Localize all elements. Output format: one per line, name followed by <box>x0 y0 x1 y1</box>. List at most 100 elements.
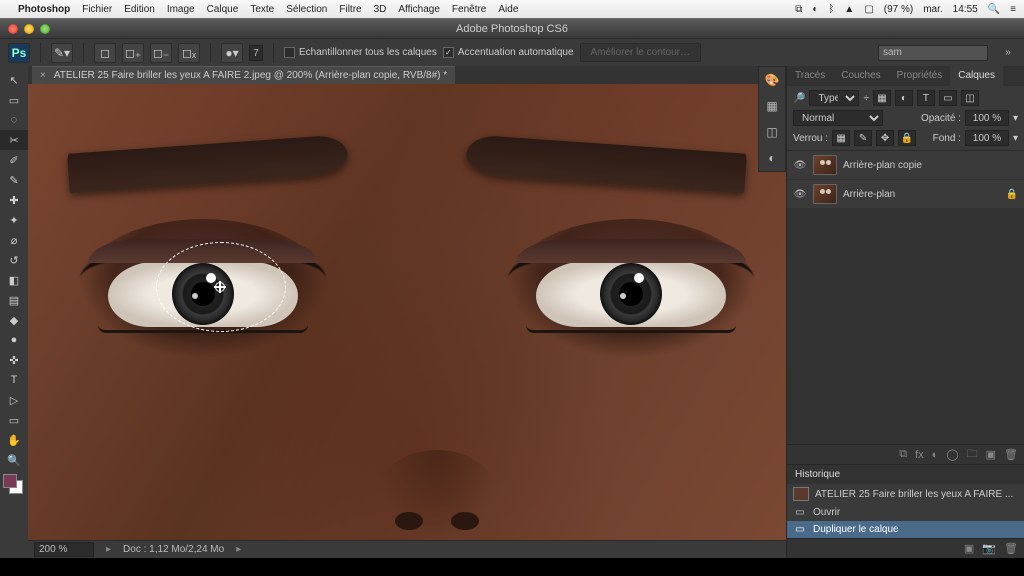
notifications-icon[interactable]: ≡ <box>1010 4 1016 15</box>
history-snapshot[interactable]: ATELIER 25 Faire briller les yeux A FAIR… <box>787 484 1024 504</box>
dock-adjust-icon[interactable]: ◐ <box>759 145 785 171</box>
brush-size-field[interactable]: 7 <box>249 45 263 61</box>
menu-fenetre[interactable]: Fenêtre <box>452 4 486 15</box>
menu-fichier[interactable]: Fichier <box>82 4 112 15</box>
fill-field[interactable]: 100 % <box>965 130 1009 146</box>
eraser-tool[interactable]: ◧ <box>0 270 28 290</box>
minimize-window-button[interactable] <box>24 24 34 34</box>
menu-image[interactable]: Image <box>167 4 195 15</box>
visibility-toggle-icon[interactable]: 👁 <box>793 189 807 200</box>
expand-panels-icon[interactable]: » <box>1000 47 1016 58</box>
link-layers-icon[interactable]: ⧉ <box>899 448 907 461</box>
filter-adjust-icon[interactable]: ◐ <box>895 90 913 106</box>
spotlight-icon[interactable]: 🔍 <box>988 4 1000 15</box>
layer-name[interactable]: Arrière-plan copie <box>843 160 1018 171</box>
tool-preset-icon[interactable]: ✎▾ <box>51 43 73 63</box>
menu-edition[interactable]: Edition <box>124 4 155 15</box>
filter-smart-icon[interactable]: ◫ <box>961 90 979 106</box>
layer-row[interactable]: 👁 Arrière-plan 🔒 <box>787 180 1024 209</box>
menu-selection[interactable]: Sélection <box>286 4 327 15</box>
new-doc-from-state-icon[interactable]: ▣ <box>964 542 974 555</box>
zoom-window-button[interactable] <box>40 24 50 34</box>
menu-aide[interactable]: Aide <box>498 4 518 15</box>
tab-proprietes[interactable]: Propriétés <box>889 66 951 86</box>
layer-row[interactable]: 👁 Arrière-plan copie <box>787 151 1024 180</box>
path-tool[interactable]: ▷ <box>0 390 28 410</box>
tab-couches[interactable]: Couches <box>833 66 888 86</box>
bluetooth-icon[interactable]: ᛒ <box>828 4 834 15</box>
clone-tool[interactable]: ⌀ <box>0 230 28 250</box>
subtract-selection-icon[interactable]: ◻₋ <box>150 43 172 63</box>
menu-app[interactable]: Photoshop <box>18 4 70 15</box>
wifi-icon[interactable]: ▲ <box>844 4 854 15</box>
opacity-field[interactable]: 100 % <box>965 110 1009 126</box>
group-icon[interactable]: 🗀 <box>967 445 978 464</box>
sync-icon[interactable]: ◐ <box>812 4 818 15</box>
dodge-tool[interactable]: ● <box>0 330 28 350</box>
menu-filtre[interactable]: Filtre <box>339 4 361 15</box>
foreground-color-swatch[interactable] <box>3 474 17 488</box>
eyedropper-tool[interactable]: ✎ <box>0 170 28 190</box>
adjustment-icon[interactable]: ◯ <box>946 448 958 461</box>
menu-affichage[interactable]: Affichage <box>398 4 440 15</box>
delete-state-icon[interactable]: 🗑 <box>1004 542 1018 555</box>
filter-icon[interactable]: 🔎 <box>793 93 805 104</box>
ps-home-icon[interactable]: Ps <box>8 43 30 63</box>
lock-position-icon[interactable]: ✥ <box>876 130 894 146</box>
tab-traces[interactable]: Tracés <box>787 66 833 86</box>
dropbox-icon[interactable]: ⧉ <box>795 4 802 15</box>
fx-icon[interactable]: fx <box>915 449 924 461</box>
crop-tool[interactable]: ✐ <box>0 150 28 170</box>
status-chevron-icon[interactable]: ▸ <box>106 544 111 555</box>
delete-layer-icon[interactable]: 🗑 <box>1004 448 1018 461</box>
menu-texte[interactable]: Texte <box>250 4 274 15</box>
brush-tool[interactable]: ✦ <box>0 210 28 230</box>
filter-type-select[interactable]: Type <box>809 90 859 106</box>
gradient-tool[interactable]: ▤ <box>0 290 28 310</box>
dock-swatches-icon[interactable]: ▦ <box>759 93 785 119</box>
move-tool[interactable]: ↖ <box>0 70 28 90</box>
lock-transparency-icon[interactable]: ▦ <box>832 130 850 146</box>
auto-enhance-checkbox[interactable]: ✓ Accentuation automatique <box>443 47 574 58</box>
menu-calque[interactable]: Calque <box>207 4 239 15</box>
marquee-tool[interactable]: ▭ <box>0 90 28 110</box>
lasso-tool[interactable]: ◌ <box>0 110 28 130</box>
workspace-search-field[interactable]: sam <box>878 45 988 61</box>
layer-thumbnail[interactable] <box>813 155 837 175</box>
spot-heal-tool[interactable]: ✚ <box>0 190 28 210</box>
new-snapshot-icon[interactable]: 📷 <box>982 542 996 555</box>
layer-name[interactable]: Arrière-plan <box>843 189 1000 200</box>
sample-all-layers-checkbox[interactable]: Echantillonner tous les calques <box>284 47 437 58</box>
canvas[interactable] <box>28 84 786 540</box>
filter-type-icon[interactable]: T <box>917 90 935 106</box>
color-swatches[interactable] <box>0 474 28 498</box>
display-icon[interactable]: ▢ <box>864 4 873 15</box>
dock-styles-icon[interactable]: ◫ <box>759 119 785 145</box>
clock-time[interactable]: 14:55 <box>953 4 978 15</box>
pen-tool[interactable]: ✜ <box>0 350 28 370</box>
dock-color-icon[interactable]: 🎨 <box>759 67 785 93</box>
type-tool[interactable]: T <box>0 370 28 390</box>
close-window-button[interactable] <box>8 24 18 34</box>
battery-percent[interactable]: (97 %) <box>884 4 913 15</box>
opacity-chevron-icon[interactable]: ▾ <box>1013 113 1018 124</box>
layer-thumbnail[interactable] <box>813 184 837 204</box>
fill-chevron-icon[interactable]: ▾ <box>1013 133 1018 144</box>
blur-tool[interactable]: ◆ <box>0 310 28 330</box>
history-brush-tool[interactable]: ↺ <box>0 250 28 270</box>
document-tab[interactable]: × ATELIER 25 Faire briller les yeux A FA… <box>32 66 455 84</box>
quick-select-tool[interactable]: ✂ <box>0 130 28 150</box>
visibility-toggle-icon[interactable]: 👁 <box>793 160 807 171</box>
menu-3d[interactable]: 3D <box>374 4 387 15</box>
lock-all-icon[interactable]: 🔒 <box>898 130 916 146</box>
filter-shape-icon[interactable]: ▭ <box>939 90 957 106</box>
new-selection-icon[interactable]: ◻ <box>94 43 116 63</box>
tab-calques[interactable]: Calques <box>950 66 1003 86</box>
lock-pixels-icon[interactable]: ✎ <box>854 130 872 146</box>
hand-tool[interactable]: ✋ <box>0 430 28 450</box>
filter-pixel-icon[interactable]: ▦ <box>873 90 891 106</box>
close-tab-icon[interactable]: × <box>40 70 46 81</box>
status-menu-icon[interactable]: ▸ <box>236 544 241 555</box>
intersect-selection-icon[interactable]: ◻ₓ <box>178 43 200 63</box>
history-step[interactable]: ▭ Ouvrir <box>787 504 1024 521</box>
